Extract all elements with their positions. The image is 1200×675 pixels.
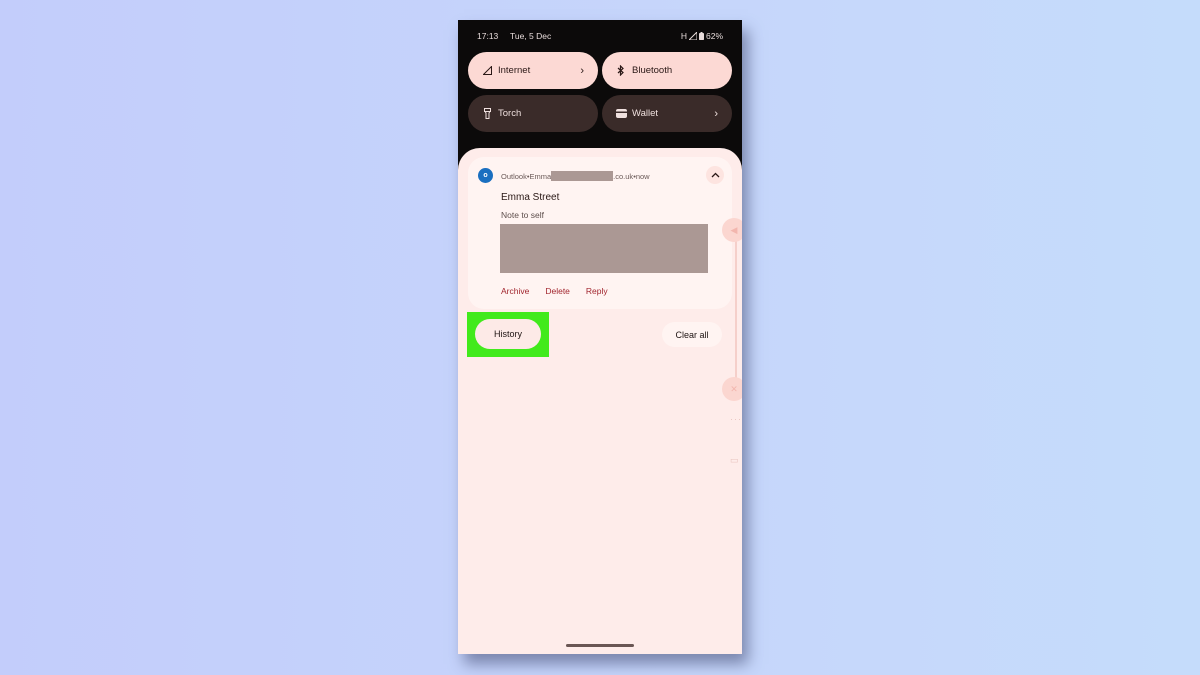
signal-icon <box>480 66 494 75</box>
phone-screen: 17:13 Tue, 5 Dec H 62% Internet › Blueto… <box>458 20 742 654</box>
redacted-email <box>551 171 614 181</box>
network-type: H <box>680 31 687 41</box>
notification-subject: Note to self <box>501 210 544 220</box>
account-prefix: Emma <box>529 171 552 181</box>
tile-label: Bluetooth <box>632 65 673 76</box>
volume-slider-track[interactable] <box>735 232 737 390</box>
notification-actions: Archive Delete Reply <box>501 286 608 296</box>
collapse-button[interactable] <box>706 166 724 184</box>
account-suffix: .co.uk <box>613 171 634 181</box>
tile-label: Wallet <box>632 108 659 119</box>
notification-time: now <box>635 171 650 181</box>
bluetooth-icon <box>614 65 628 76</box>
outlook-app-icon: o <box>478 168 493 183</box>
clear-all-button[interactable]: Clear all <box>662 322 722 347</box>
chevron-right-icon: › <box>580 64 584 77</box>
battery-icon <box>698 32 704 40</box>
status-time: 17:13 <box>477 31 499 41</box>
torch-icon <box>480 108 494 119</box>
tile-label: Torch <box>498 108 522 119</box>
chevron-right-icon: › <box>714 107 718 120</box>
history-button[interactable]: History <box>475 319 541 349</box>
tile-torch[interactable]: Torch <box>468 95 598 132</box>
live-caption-icon[interactable]: ▭ <box>730 455 739 466</box>
archive-button[interactable]: Archive <box>501 286 529 296</box>
mute-icon[interactable]: ✕ <box>722 377 742 401</box>
redacted-message-body <box>500 224 708 273</box>
chevron-up-icon <box>711 172 719 178</box>
tile-internet[interactable]: Internet › <box>468 52 598 89</box>
more-options-icon[interactable]: ··· <box>730 414 742 424</box>
notification-sender: Emma Street <box>501 192 560 203</box>
wallet-icon <box>614 109 628 118</box>
tile-wallet[interactable]: Wallet › <box>602 95 732 132</box>
notification-header: Outlook • Emma .co.uk • now <box>501 171 650 181</box>
status-right: H 62% <box>681 31 723 41</box>
reply-button[interactable]: Reply <box>586 286 608 296</box>
battery-level: 62% <box>705 31 723 41</box>
tile-label: Internet <box>498 65 531 76</box>
status-date: Tue, 5 Dec <box>510 31 552 41</box>
signal-icon <box>688 32 697 40</box>
volume-icon[interactable]: ◀ <box>722 218 742 242</box>
app-name: Outlook <box>501 171 527 181</box>
tile-bluetooth[interactable]: Bluetooth <box>602 52 732 89</box>
delete-button[interactable]: Delete <box>545 286 570 296</box>
navigation-handle[interactable] <box>566 644 634 647</box>
status-bar: 17:13 Tue, 5 Dec H 62% <box>477 31 723 45</box>
notification-card[interactable]: o Outlook • Emma .co.uk • now Emma Stree… <box>468 157 732 309</box>
